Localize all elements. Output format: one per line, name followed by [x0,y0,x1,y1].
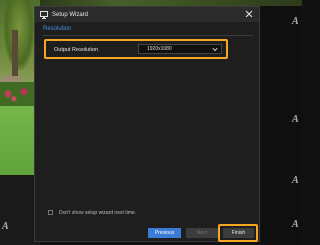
setup-wizard-dialog: Setup Wizard Resolution Output Resolutio… [34,6,260,242]
output-resolution-value: 1920x1080 [147,46,172,52]
tree-foliage [4,0,34,70]
dialog-title: Setup Wizard [52,11,89,18]
camera-view-right [262,6,302,245]
monitor-icon [40,10,48,19]
section-divider [43,35,253,36]
finish-button[interactable]: Finish [223,228,254,238]
camera-watermark: A [292,219,299,230]
previous-button[interactable]: Previous [148,228,181,238]
camera-watermark: A [2,221,9,232]
dialog-titlebar: Setup Wizard [35,7,259,22]
dont-show-checkbox[interactable] [48,210,53,215]
section-title: Resolution [43,26,72,32]
chevron-down-icon [212,47,218,52]
output-resolution-select[interactable]: 1920x1080 [138,44,222,54]
camera-watermark: A [292,175,299,186]
dont-show-label: Don't show setup wizard next time. [59,210,137,216]
output-resolution-label: Output Resolution [54,47,99,53]
camera-watermark: A [292,114,299,125]
close-icon[interactable] [245,10,253,18]
next-button[interactable]: Next [186,228,218,238]
camera-watermark: A [292,16,299,27]
